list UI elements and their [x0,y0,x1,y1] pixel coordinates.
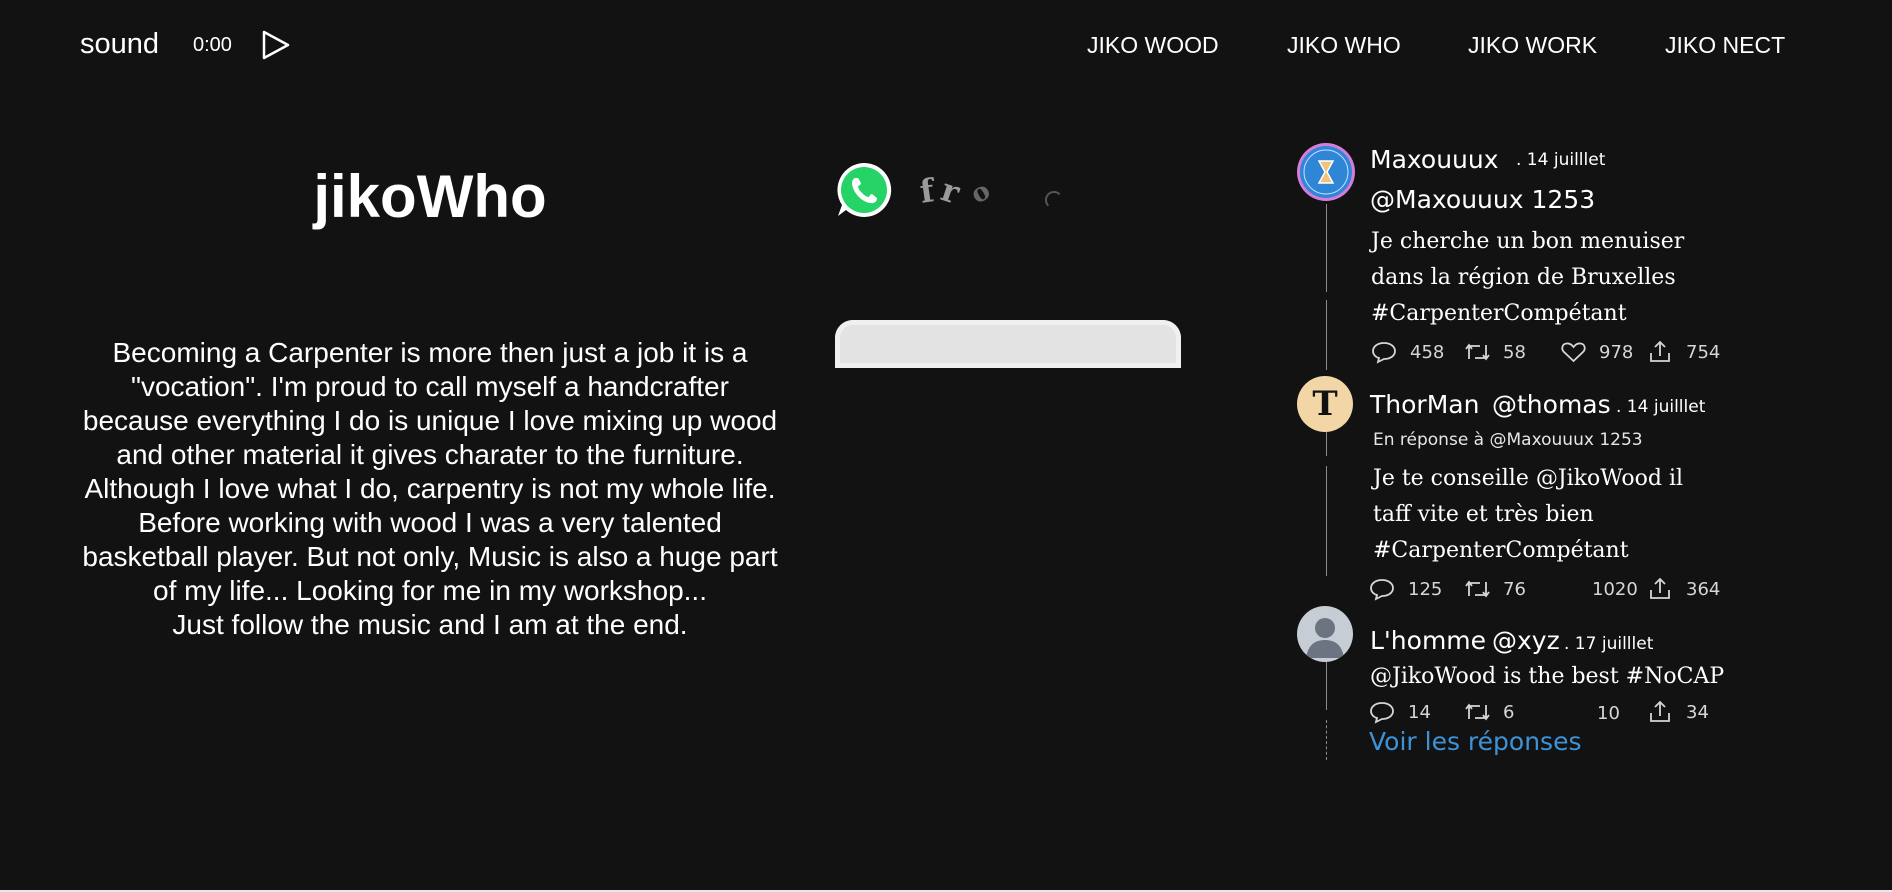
nav-jiko-who[interactable]: JIKO WHO [1287,32,1401,59]
heart-icon [1561,342,1586,363]
like-count[interactable]: 1020 [1592,579,1638,600]
thread-line [1326,204,1328,292]
reply-count: 125 [1408,578,1443,600]
view-replies-link[interactable]: Voir les réponses [1369,727,1581,756]
thread-line [1326,300,1328,370]
like-count[interactable]: 10 [1597,703,1620,724]
tweet-date: . 14 juilllet [1516,150,1606,170]
retweet-count: 76 [1503,578,1526,600]
tweet-text-line: #CarpenterCompétant [1371,301,1627,326]
bio-closing-line: Just follow the music and I am at the en… [172,609,688,640]
play-icon[interactable] [261,29,291,61]
share-icon [1650,700,1670,722]
content-card [835,320,1181,368]
tweet-author-name[interactable]: Maxouuux [1370,145,1499,174]
tweet-handle[interactable]: @Maxouuux 1253 [1370,185,1595,214]
thread-line [1326,720,1328,760]
retweet-button[interactable]: 58 [1464,340,1526,364]
reply-count: 458 [1410,341,1445,363]
like-button[interactable]: 978 [1560,340,1633,364]
letter-r: r [936,170,965,212]
tweet-date: . 17 juilllet [1564,634,1654,654]
share-icon [1650,577,1670,599]
bio-text-block: Becoming a Carpenter is more then just a… [82,336,778,642]
share-count: 364 [1686,578,1721,600]
avatar[interactable]: T [1297,376,1353,432]
share-count: 754 [1686,341,1721,363]
tweet-text-line: @JikoWood is the best #NoCAP [1370,664,1725,689]
share-button[interactable]: 364 [1647,577,1720,601]
tweet-text-line: taff vite et très bien [1373,502,1594,527]
tweet-text-line: #CarpenterCompétant [1373,538,1629,563]
reply-count: 14 [1408,701,1431,723]
retweet-button[interactable]: 6 [1464,700,1514,724]
tweet-handle[interactable]: @thomas [1492,390,1611,419]
letter-o: o [965,175,996,211]
loading-spinner-icon [1045,191,1063,209]
share-button[interactable]: 754 [1647,340,1720,364]
tweet-date: . 14 juilllet [1616,397,1706,417]
thread-line [1326,662,1328,710]
nav-jiko-nect[interactable]: JIKO NECT [1665,32,1785,59]
avatar-letter: T [1312,384,1338,424]
page-title: jikoWho [313,163,547,230]
thread-line [1326,466,1328,576]
comment-icon [1372,342,1396,364]
share-count: 34 [1686,701,1709,723]
retweet-count: 6 [1503,701,1515,723]
retweet-icon [1465,580,1490,598]
tweet-handle[interactable]: @xyz [1492,626,1560,655]
share-icon [1650,340,1670,362]
reply-button[interactable]: 458 [1371,340,1444,364]
retweet-button[interactable]: 76 [1464,577,1526,601]
retweet-count: 58 [1503,341,1526,363]
retweet-icon [1465,343,1490,361]
tweet-author-name[interactable]: ThorMan [1370,390,1479,419]
like-count: 978 [1599,341,1634,363]
nav-jiko-wood[interactable]: JIKO WOOD [1087,32,1219,59]
tweet-text-line: Je te conseille @JikoWood il [1373,466,1684,491]
audio-time: 0:00 [193,34,232,56]
default-user-icon [1306,618,1344,658]
retweet-icon [1465,703,1490,721]
tweet-author-name[interactable]: L'homme [1370,626,1486,655]
sound-label: sound [80,28,160,60]
nav-jiko-work[interactable]: JIKO WORK [1468,32,1597,59]
tweet-text-line: dans la région de Bruxelles [1371,265,1676,290]
reply-button[interactable]: 125 [1369,577,1442,601]
avatar[interactable] [1297,143,1355,201]
top-bar: sound 0:00 JIKO WOOD JIKO WHO JIKO WORK … [0,0,1892,90]
share-button[interactable]: 34 [1647,700,1709,724]
bio-paragraph: Becoming a Carpenter is more then just a… [82,337,778,606]
reply-button[interactable]: 14 [1369,700,1431,724]
letter-f: f [917,171,937,211]
comment-icon [1370,702,1394,724]
whatsapp-icon[interactable] [833,159,895,221]
comment-icon [1370,579,1394,601]
reply-to-label[interactable]: En réponse à @Maxouuux 1253 [1373,430,1643,450]
tweet-text-line: Je cherche un bon menuiser [1371,229,1685,254]
thread-line [1326,432,1328,456]
avatar[interactable] [1297,606,1353,662]
